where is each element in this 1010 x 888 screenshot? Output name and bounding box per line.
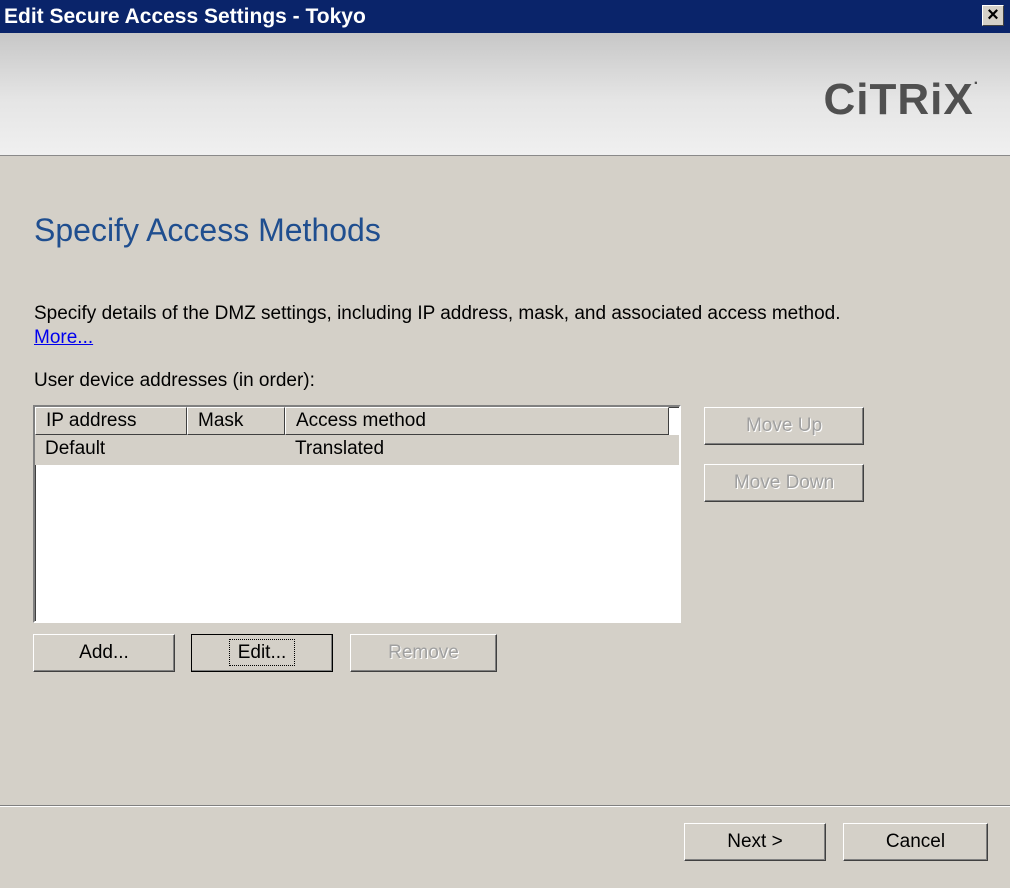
more-link[interactable]: More... [34, 327, 93, 348]
description-text: Specify details of the DMZ settings, inc… [34, 303, 841, 324]
cell-ip-address: Default [45, 438, 106, 459]
cancel-button[interactable]: Cancel [843, 823, 988, 861]
next-button[interactable]: Next > [684, 823, 826, 861]
addresses-listview[interactable]: IP address Mask Access method Default Tr… [33, 405, 681, 623]
window-titlebar: Edit Secure Access Settings - Tokyo × [0, 0, 1010, 33]
list-header: IP address Mask Access method [35, 407, 679, 435]
page-title: Specify Access Methods [34, 212, 381, 248]
close-button[interactable]: × [982, 5, 1004, 26]
add-button[interactable]: Add... [33, 634, 175, 672]
column-header-ip-address[interactable]: IP address [35, 407, 187, 435]
cell-access-method: Translated [295, 438, 385, 459]
close-icon: × [987, 4, 999, 26]
table-row[interactable]: Default Translated [35, 435, 679, 465]
column-header-access-method[interactable]: Access method [285, 407, 669, 435]
page-description: Specify details of the DMZ settings, inc… [34, 302, 854, 350]
citrix-logo: CiTRiX· [823, 75, 980, 124]
remove-button[interactable]: Remove [350, 634, 497, 672]
footer-separator [0, 805, 1010, 807]
window-title: Edit Secure Access Settings - Tokyo [4, 5, 366, 28]
move-down-button[interactable]: Move Down [704, 464, 864, 502]
column-header-mask[interactable]: Mask [187, 407, 285, 435]
list-label: User device addresses (in order): [34, 370, 315, 391]
edit-button[interactable]: Edit... [191, 634, 333, 672]
edit-button-label: Edit... [228, 639, 296, 666]
cell-mask [187, 435, 285, 465]
move-up-button[interactable]: Move Up [704, 407, 864, 445]
header-banner: CiTRiX· [0, 33, 1010, 156]
